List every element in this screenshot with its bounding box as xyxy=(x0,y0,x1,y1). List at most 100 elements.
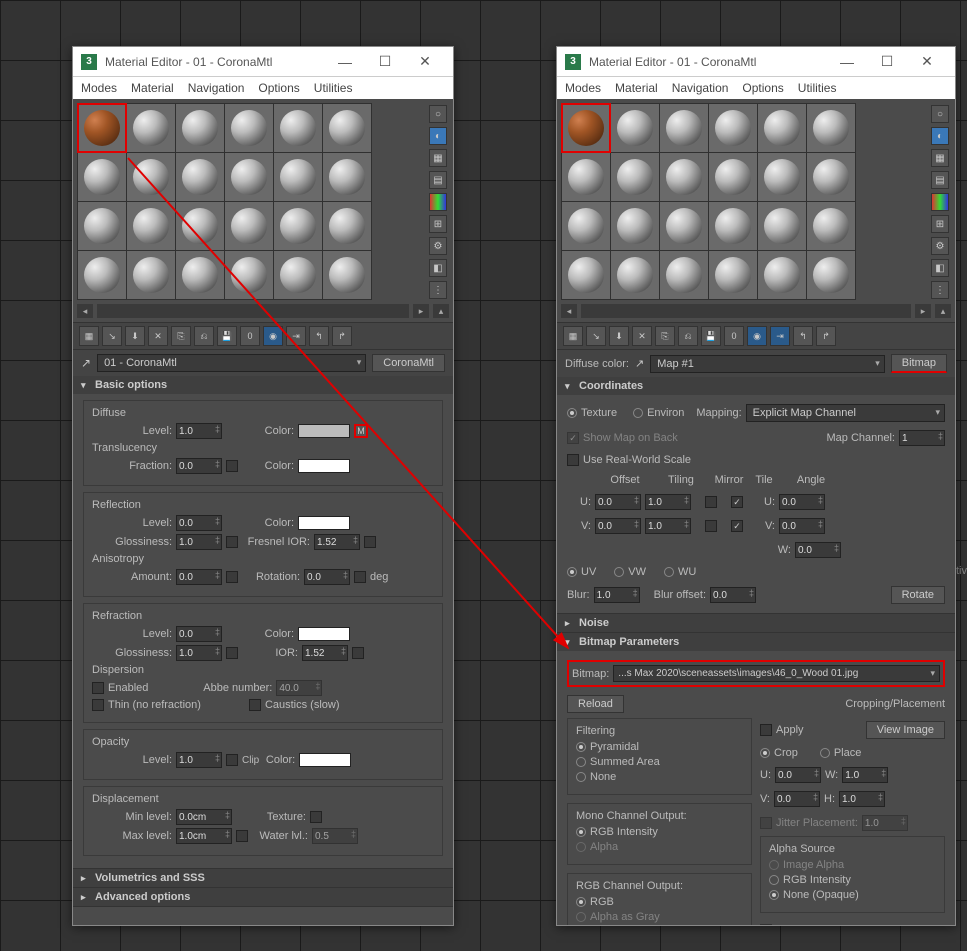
disp-min-spinner[interactable]: 0.0cm xyxy=(176,809,232,825)
refr-gloss-spinner[interactable]: 1.0 xyxy=(176,645,222,661)
options-icon[interactable]: ⚙ xyxy=(931,237,949,255)
opacity-color-swatch[interactable] xyxy=(299,753,351,767)
crop-v-spinner[interactable]: 0.0 xyxy=(774,791,820,807)
pyramidal-radio[interactable] xyxy=(576,742,586,752)
material-slot[interactable] xyxy=(611,202,659,250)
menu-options[interactable]: Options xyxy=(742,81,783,95)
material-slot[interactable] xyxy=(562,153,610,201)
refl-color-swatch[interactable] xyxy=(298,516,350,530)
close-button[interactable]: ✕ xyxy=(405,53,445,70)
material-slot[interactable] xyxy=(758,153,806,201)
menu-options[interactable]: Options xyxy=(258,81,299,95)
minimize-button[interactable]: — xyxy=(325,54,365,70)
background-icon[interactable]: ▦ xyxy=(931,149,949,167)
crop-h-spinner[interactable]: 1.0 xyxy=(839,791,885,807)
ior-spinner[interactable]: 1.52 xyxy=(302,645,348,661)
go-forward-icon[interactable]: ↱ xyxy=(332,326,352,346)
background-icon[interactable]: ▦ xyxy=(429,149,447,167)
diffuse-map-button[interactable]: M xyxy=(354,424,368,438)
u-tile-checkbox[interactable] xyxy=(731,496,743,508)
make-copy-icon[interactable]: ⎘ xyxy=(171,326,191,346)
material-slot[interactable] xyxy=(323,104,371,152)
material-slot[interactable] xyxy=(758,104,806,152)
place-radio[interactable] xyxy=(820,748,830,758)
material-slot[interactable] xyxy=(78,251,126,299)
menu-modes[interactable]: Modes xyxy=(565,81,601,95)
mat-id-icon[interactable]: 0 xyxy=(724,326,744,346)
dispersion-enabled-checkbox[interactable] xyxy=(92,682,104,694)
menu-navigation[interactable]: Navigation xyxy=(188,81,245,95)
material-slot[interactable] xyxy=(807,251,855,299)
menu-modes[interactable]: Modes xyxy=(81,81,117,95)
opacity-level-spinner[interactable]: 1.0 xyxy=(176,752,222,768)
close-button[interactable]: ✕ xyxy=(907,53,947,70)
diffuse-color-swatch[interactable] xyxy=(298,424,350,438)
more-icon[interactable]: ⋮ xyxy=(931,281,949,299)
material-slot[interactable] xyxy=(660,202,708,250)
get-material-icon[interactable]: ▦ xyxy=(563,326,583,346)
material-slot[interactable] xyxy=(807,153,855,201)
blur-offset-spinner[interactable]: 0.0 xyxy=(710,587,756,603)
reload-button[interactable]: Reload xyxy=(567,695,624,713)
rgb-radio[interactable] xyxy=(576,897,586,907)
reset-icon[interactable]: ✕ xyxy=(632,326,652,346)
mapping-dropdown[interactable]: Explicit Map Channel xyxy=(746,404,945,422)
assign-icon[interactable]: ⬇ xyxy=(125,326,145,346)
reset-icon[interactable]: ✕ xyxy=(148,326,168,346)
assign-icon[interactable]: ⬇ xyxy=(609,326,629,346)
refl-level-spinner[interactable]: 0.0 xyxy=(176,515,222,531)
material-slot[interactable] xyxy=(709,104,757,152)
v-tile-checkbox[interactable] xyxy=(731,520,743,532)
diffuse-level-spinner[interactable]: 1.0 xyxy=(176,423,222,439)
make-preview-icon[interactable]: ⊞ xyxy=(931,215,949,233)
w-angle-spinner[interactable]: 0.0 xyxy=(795,542,841,558)
material-slot[interactable] xyxy=(127,251,175,299)
mat-id-icon[interactable]: 0 xyxy=(240,326,260,346)
put-to-scene-icon[interactable]: ↘ xyxy=(102,326,122,346)
make-unique-icon[interactable]: ⎌ xyxy=(194,326,214,346)
aniso-rot-spinner[interactable]: 0.0 xyxy=(304,569,350,585)
material-slot[interactable] xyxy=(225,153,273,201)
u-offset-spinner[interactable]: 0.0 xyxy=(595,494,641,510)
material-slot[interactable] xyxy=(176,202,224,250)
v-tiling-spinner[interactable]: 1.0 xyxy=(645,518,691,534)
material-slot[interactable] xyxy=(562,202,610,250)
jitter-checkbox[interactable] xyxy=(760,817,772,829)
backlight-icon[interactable]: ◐ xyxy=(429,127,447,145)
rgbint-radio[interactable] xyxy=(576,827,586,837)
show-map-checkbox[interactable] xyxy=(567,432,579,444)
vw-radio[interactable] xyxy=(614,567,624,577)
caustics-checkbox[interactable] xyxy=(249,699,261,711)
slot-scrollbar[interactable]: ◂▸▴ xyxy=(73,304,453,322)
material-slot[interactable] xyxy=(176,153,224,201)
material-slot[interactable] xyxy=(176,251,224,299)
put-to-scene-icon[interactable]: ↘ xyxy=(586,326,606,346)
aniso-amount-spinner[interactable]: 0.0 xyxy=(176,569,222,585)
bitmap-type-button[interactable]: Bitmap xyxy=(891,354,947,373)
thin-checkbox[interactable] xyxy=(92,699,104,711)
bitmap-path-field[interactable]: ...s Max 2020\sceneassets\images\46_0_Wo… xyxy=(613,665,940,682)
material-slot[interactable] xyxy=(323,153,371,201)
menu-material[interactable]: Material xyxy=(131,81,174,95)
go-parent-icon[interactable]: ↰ xyxy=(793,326,813,346)
jitter-spinner[interactable]: 1.0 xyxy=(862,815,908,831)
blur-spinner[interactable]: 1.0 xyxy=(594,587,640,603)
menu-material[interactable]: Material xyxy=(615,81,658,95)
material-slot[interactable] xyxy=(611,153,659,201)
refr-level-spinner[interactable]: 0.0 xyxy=(176,626,222,642)
material-slot[interactable] xyxy=(274,251,322,299)
material-slot[interactable] xyxy=(127,202,175,250)
menu-utilities[interactable]: Utilities xyxy=(314,81,353,95)
wu-radio[interactable] xyxy=(664,567,674,577)
video-color-icon[interactable] xyxy=(931,193,949,211)
video-color-icon[interactable] xyxy=(429,193,447,211)
material-slot[interactable] xyxy=(611,104,659,152)
summed-radio[interactable] xyxy=(576,757,586,767)
sample-type-icon[interactable]: ○ xyxy=(429,105,447,123)
material-slot[interactable] xyxy=(78,153,126,201)
material-slot[interactable] xyxy=(225,104,273,152)
u-mirror-checkbox[interactable] xyxy=(705,496,717,508)
show-end-result-icon[interactable]: ⇥ xyxy=(286,326,306,346)
picker-icon[interactable]: ↗ xyxy=(81,356,91,370)
translucency-fraction-spinner[interactable]: 0.0 xyxy=(176,458,222,474)
